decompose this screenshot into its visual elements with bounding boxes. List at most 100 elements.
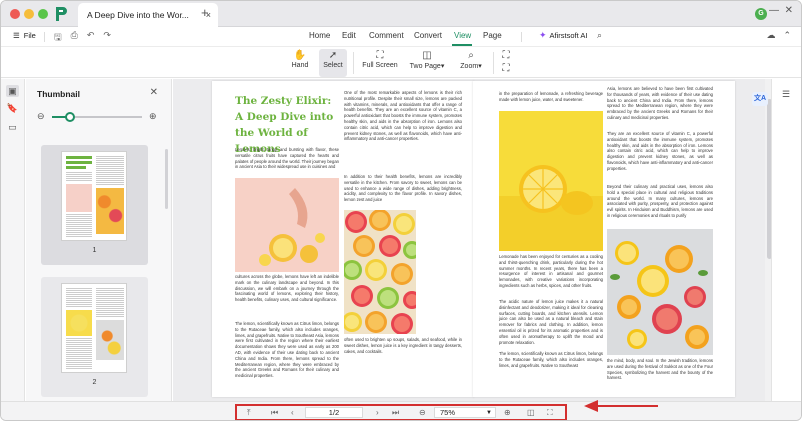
- comment-icon[interactable]: ▭: [6, 121, 19, 133]
- minimize-icon[interactable]: —: [769, 5, 779, 16]
- close-icon[interactable]: ✕: [150, 87, 158, 98]
- thumbnail-panel: Thumbnail ✕ ⊖ ⊕ 1 2: [26, 79, 172, 401]
- paragraph: The lemon, scientifically known as Citru…: [499, 351, 603, 368]
- two-page-icon: ◫: [422, 50, 432, 61]
- active-tab-indicator: [452, 44, 472, 46]
- paragraph: the mind, body, and soul. In the Jewish …: [607, 358, 713, 381]
- zoom-label: Zoom: [460, 63, 479, 70]
- collapse-icon[interactable]: ⌃: [783, 30, 791, 41]
- title-bar: A Deep Dive into the Wor... × + G — ✕: [1, 1, 801, 27]
- divider: [493, 52, 494, 74]
- properties-panel-icon[interactable]: ☰: [779, 87, 793, 101]
- fit-width-button[interactable]: ⛶ ⛶: [498, 49, 514, 77]
- tab-home[interactable]: Home: [309, 31, 330, 40]
- window-close-icon[interactable]: ✕: [785, 5, 793, 16]
- save-icon[interactable]: 🖫: [54, 30, 62, 46]
- two-page-label: Two Page: [409, 63, 441, 70]
- paragraph: Lemons: bright, tangy, and bursting with…: [235, 147, 339, 170]
- cursor-icon: ➚: [328, 50, 338, 61]
- document-tab[interactable]: A Deep Dive into the Wor... ×: [78, 3, 218, 27]
- cloud-upload-icon[interactable]: ☁: [766, 30, 775, 41]
- bookmark-icon[interactable]: 🔖: [6, 102, 19, 114]
- fit-page-icon: ⛶: [502, 63, 510, 74]
- search-icon[interactable]: ⌕: [597, 30, 602, 41]
- document-page-2: in the preparation of lemonade, a refres…: [473, 81, 735, 397]
- thumbnail-page-1[interactable]: 1: [41, 145, 148, 265]
- fullscreen-button[interactable]: ⛶ Full Screen: [360, 49, 400, 77]
- page-number-label: 2: [92, 379, 97, 386]
- minimize-window-button[interactable]: [24, 9, 34, 19]
- paragraph: Asia, lemons are believed to have been f…: [607, 86, 713, 120]
- zoom-level-value: 75%: [440, 408, 456, 417]
- thumbnail-image: [61, 151, 127, 241]
- thumbnail-image: [61, 283, 127, 373]
- thumbnail-page-2[interactable]: 2: [41, 277, 148, 397]
- hand-tool-button[interactable]: ✋ Hand: [286, 49, 314, 77]
- document-viewer[interactable]: The Zesty Elixir: A Deep Dive into the W…: [173, 79, 773, 401]
- two-page-view-icon[interactable]: ◫: [527, 408, 535, 417]
- fit-screen-icon[interactable]: ⛶: [547, 408, 553, 418]
- right-menu-icons: ☁ ⌃: [766, 30, 791, 41]
- bottom-navigation-bar: ⤒ ⏮ ‹ 1/2 › ⏭ ⊖ 75% ▼ ⊕ ◫ ⛶: [1, 401, 801, 420]
- scroll-to-top-icon[interactable]: ⤒: [247, 408, 251, 418]
- right-rail: ☰: [771, 79, 801, 401]
- print-icon[interactable]: ⎙: [71, 30, 78, 46]
- avatar[interactable]: G: [755, 8, 767, 20]
- translate-icon[interactable]: 文A: [752, 92, 768, 106]
- paragraph: One of the most remarkable aspects of le…: [344, 90, 462, 142]
- select-tool-label: Select: [323, 62, 343, 69]
- zoom-out-icon[interactable]: ⊖: [37, 111, 45, 122]
- ai-assistant-label: Afirstsoft AI: [549, 31, 588, 40]
- close-window-button[interactable]: [10, 9, 20, 19]
- paragraph: The lemon, scientifically known as Citru…: [235, 321, 339, 379]
- sparkle-icon: ✦: [539, 30, 547, 40]
- paragraph: cultures across the globe, lemons have l…: [235, 274, 339, 303]
- maximize-window-button[interactable]: [38, 9, 48, 19]
- new-tab-button[interactable]: +: [201, 5, 209, 20]
- zoom-in-icon[interactable]: ⊕: [149, 111, 157, 122]
- fullscreen-icon: ⛶: [376, 50, 384, 61]
- slider-handle[interactable]: [65, 112, 75, 122]
- tab-comment[interactable]: Comment: [369, 31, 404, 40]
- document-page-1: The Zesty Elixir: A Deep Dive into the W…: [212, 81, 474, 397]
- next-page-icon[interactable]: ›: [376, 408, 379, 417]
- app-window: A Deep Dive into the Wor... × + G — ✕ ☰ …: [0, 0, 802, 421]
- thumbnail-scrollbar[interactable]: [165, 149, 168, 209]
- select-tool-button[interactable]: ➚ Select: [319, 49, 347, 77]
- chevron-down-icon: ▾: [440, 63, 445, 70]
- paragraph: They are an excellent source of vitamin …: [607, 131, 713, 171]
- fit-width-icon: ⛶: [502, 50, 510, 61]
- file-menu[interactable]: ☰ File: [13, 31, 36, 40]
- first-page-icon[interactable]: ⏮: [271, 408, 278, 418]
- previous-page-icon[interactable]: ‹: [291, 408, 294, 417]
- divider: [353, 52, 354, 74]
- citrus-slices-image: [344, 210, 416, 334]
- tab-view[interactable]: View: [454, 31, 471, 40]
- page-number-input[interactable]: 1/2: [305, 407, 363, 418]
- paragraph: In addition to their health benefits, le…: [344, 174, 462, 203]
- divider: [44, 32, 45, 42]
- paragraph: Lemonade has been enjoyed for centuries …: [499, 254, 603, 288]
- chevron-down-icon: ▾: [478, 63, 482, 70]
- quick-tools: 🖫 ⎙ ↶ ↷: [54, 30, 111, 46]
- view-toolbar: ✋ Hand ➚ Select ⛶ Full Screen ◫ Two Page…: [1, 48, 801, 78]
- paragraph: The acidic nature of lemon juice makes i…: [499, 299, 603, 345]
- zoom-in-icon[interactable]: ⊕: [504, 408, 511, 417]
- zoom-button[interactable]: ⌕ Zoom▾: [454, 49, 488, 77]
- paragraph: in the preparation of lemonade, a refres…: [499, 91, 603, 102]
- zoom-level-select[interactable]: 75% ▼: [434, 407, 496, 418]
- citrus-arrangement-image: [607, 229, 713, 355]
- ai-assistant-button[interactable]: ✦ Afirstsoft AI: [539, 30, 587, 41]
- thumbnail-panel-title: Thumbnail: [37, 89, 80, 99]
- last-page-icon[interactable]: ⏭: [392, 408, 399, 418]
- fullscreen-label: Full Screen: [362, 62, 398, 69]
- tab-edit[interactable]: Edit: [342, 31, 356, 40]
- undo-icon[interactable]: ↶: [87, 30, 95, 46]
- tab-page[interactable]: Page: [483, 31, 502, 40]
- tab-convert[interactable]: Convert: [414, 31, 442, 40]
- thumbnail-panel-icon[interactable]: ▣: [6, 85, 19, 97]
- redo-icon[interactable]: ↷: [103, 30, 111, 46]
- file-menu-label: File: [23, 31, 36, 40]
- two-page-button[interactable]: ◫ Two Page▾: [407, 49, 447, 77]
- zoom-out-icon[interactable]: ⊖: [419, 408, 426, 417]
